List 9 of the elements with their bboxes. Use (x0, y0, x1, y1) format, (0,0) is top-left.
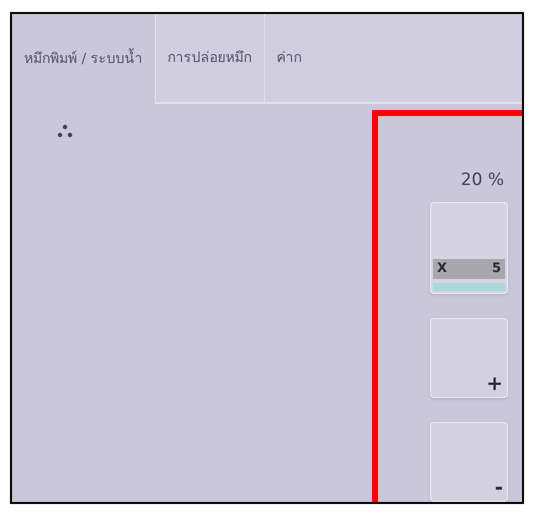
plus-button[interactable]: + (430, 318, 508, 398)
percent-reading: 20 % (460, 169, 504, 192)
value-bar: X 5 (433, 259, 505, 278)
value-button[interactable]: X 5 (430, 202, 508, 294)
indicator-strip (433, 282, 505, 290)
tab[interactable]: การปล่อยหมึก (154, 14, 264, 104)
minus-button[interactable]: - (430, 422, 508, 502)
dots-icon (57, 124, 73, 138)
tab[interactable]: ค่าก (264, 14, 522, 104)
